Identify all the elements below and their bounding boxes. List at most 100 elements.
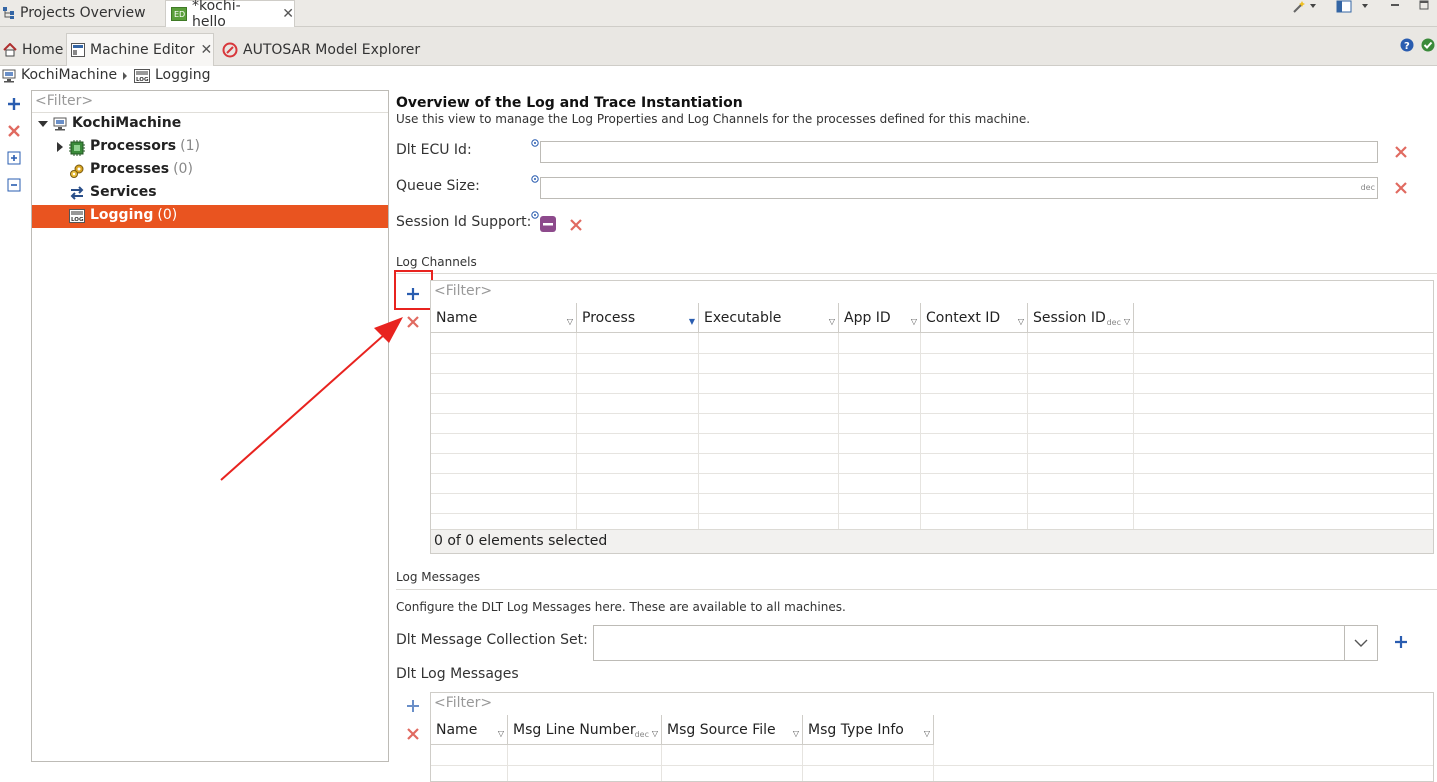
tab-projects-overview[interactable]: Projects Overview xyxy=(0,0,158,26)
tab-autosar-model-explorer[interactable]: AUTOSAR Model Explorer xyxy=(218,33,428,66)
tab-home[interactable]: Home xyxy=(0,33,64,66)
filter-placeholder: <Filter> xyxy=(35,93,94,109)
tree-item-label: Services xyxy=(90,184,157,200)
filter-icon[interactable]: ▽ xyxy=(829,317,835,326)
column-header-msg-line-number[interactable]: Msg Line Number dec ▽ xyxy=(508,715,662,745)
exchange-arrows-icon xyxy=(69,186,85,200)
clear-icon[interactable] xyxy=(1394,181,1408,195)
view-tab-bar: Home Machine Editor ✕ AUTOSAR Model Expl… xyxy=(0,27,1437,66)
tab-kochi-hello[interactable]: ED *kochi-hello ✕ xyxy=(165,0,295,30)
project-tree-icon xyxy=(2,6,16,20)
close-icon[interactable]: ✕ xyxy=(201,42,213,58)
add-collection-icon[interactable] xyxy=(1394,635,1408,649)
column-label: Name xyxy=(436,721,478,738)
column-header-msg-source-file[interactable]: Msg Source File ▽ xyxy=(662,715,803,745)
queue-size-label: Queue Size: xyxy=(396,178,480,194)
column-header-msg-type-info[interactable]: Msg Type Info ▽ xyxy=(803,715,934,745)
filter-icon[interactable]: ▽ xyxy=(924,729,930,738)
chevron-down-icon[interactable] xyxy=(1344,626,1377,660)
processor-chip-icon xyxy=(69,140,85,156)
validate-check-icon[interactable] xyxy=(1421,38,1435,52)
column-header-name[interactable]: Name ▽ xyxy=(431,715,508,745)
filter-placeholder: <Filter> xyxy=(434,695,493,711)
divider xyxy=(396,589,1437,590)
filter-icon[interactable]: ▽ xyxy=(652,729,658,738)
editor-tab-bar: Projects Overview ED *kochi-hello ✕ xyxy=(0,0,1437,30)
tree-filter-input[interactable]: <Filter> xyxy=(32,91,388,113)
close-icon[interactable]: ✕ xyxy=(282,6,294,22)
tree-item-count: (1) xyxy=(180,138,200,154)
machine-icon xyxy=(53,117,67,131)
maximize-icon[interactable] xyxy=(1418,0,1430,12)
chevron-down-icon[interactable] xyxy=(38,121,48,129)
expand-all-icon[interactable] xyxy=(7,151,21,165)
filter-icon[interactable]: ▽ xyxy=(1124,317,1130,326)
collection-set-label: Dlt Message Collection Set: xyxy=(396,632,588,648)
tristate-checkbox[interactable] xyxy=(540,216,556,232)
column-header-session-id[interactable]: Session ID dec ▽ xyxy=(1028,303,1134,333)
tree-item-processors[interactable]: Processors (1) xyxy=(32,136,388,159)
filter-icon[interactable]: ▽ xyxy=(1018,317,1024,326)
column-header-process[interactable]: Process ▼ xyxy=(577,303,699,333)
tab-label: Machine Editor xyxy=(90,42,195,58)
tab-machine-editor[interactable]: Machine Editor ✕ xyxy=(66,33,214,66)
annotation-arrow xyxy=(220,317,403,481)
column-header-name[interactable]: Name ▽ xyxy=(431,303,577,333)
column-label: App ID xyxy=(844,309,891,326)
filter-active-icon[interactable]: ▼ xyxy=(689,317,695,326)
page-subtitle: Use this view to manage the Log Properti… xyxy=(396,112,1031,126)
queue-size-input[interactable]: dec xyxy=(540,177,1378,199)
magic-wand-icon[interactable] xyxy=(1292,0,1318,14)
log-icon: LOG xyxy=(134,69,150,83)
tree-item-services[interactable]: Services xyxy=(32,182,388,205)
selection-status: 0 of 0 elements selected xyxy=(434,533,608,549)
column-header-context-id[interactable]: Context ID ▽ xyxy=(921,303,1028,333)
tree-item-label: Processors xyxy=(90,138,177,154)
svg-text:ED: ED xyxy=(174,10,185,19)
filter-placeholder: <Filter> xyxy=(434,283,493,299)
tab-label: Projects Overview xyxy=(20,5,146,21)
unit-label: dec xyxy=(1106,318,1121,327)
tree-item-kochimachine[interactable]: KochiMachine xyxy=(32,113,388,136)
help-icon[interactable]: ? xyxy=(1400,38,1414,52)
unit-label: dec xyxy=(634,730,649,739)
page-title: Overview of the Log and Trace Instantiat… xyxy=(396,95,743,111)
window-layout-icon[interactable] xyxy=(1336,0,1376,14)
collapse-all-icon[interactable] xyxy=(7,178,21,192)
dlt-log-messages-title: Dlt Log Messages xyxy=(396,666,519,682)
add-icon[interactable] xyxy=(7,97,21,111)
chevron-right-icon[interactable] xyxy=(57,142,64,152)
tree-item-count: (0) xyxy=(157,207,178,223)
column-label: Name xyxy=(436,309,478,326)
tree-item-processes[interactable]: Processes (0) xyxy=(32,159,388,182)
table-filter-input[interactable]: <Filter> xyxy=(431,281,1433,303)
delete-icon[interactable] xyxy=(7,124,21,138)
clear-icon[interactable] xyxy=(1394,145,1408,159)
info-icon xyxy=(531,211,539,219)
column-header-app-id[interactable]: App ID ▽ xyxy=(839,303,921,333)
filter-icon[interactable]: ▽ xyxy=(911,317,917,326)
column-label: Msg Line Number xyxy=(513,721,636,738)
dlt-ecu-id-input[interactable] xyxy=(540,141,1378,163)
tab-label: Home xyxy=(22,41,64,58)
svg-text:?: ? xyxy=(1404,41,1410,52)
filter-icon[interactable]: ▽ xyxy=(567,317,573,326)
filter-icon[interactable]: ▽ xyxy=(498,729,504,738)
breadcrumb-current[interactable]: Logging xyxy=(155,67,211,83)
tree-item-logging[interactable]: LOG Logging (0) xyxy=(32,205,388,228)
minimize-icon[interactable] xyxy=(1389,0,1401,12)
filter-icon[interactable]: ▽ xyxy=(793,729,799,738)
clear-icon[interactable] xyxy=(569,218,583,232)
column-label: Process xyxy=(582,309,636,326)
svg-text:LOG: LOG xyxy=(71,217,84,223)
column-header-executable[interactable]: Executable ▽ xyxy=(699,303,839,333)
dlt-ecu-id-label: Dlt ECU Id: xyxy=(396,142,472,158)
info-icon xyxy=(531,175,539,183)
unit-label: dec xyxy=(1360,183,1375,192)
delete-message-icon[interactable] xyxy=(406,727,420,741)
table-filter-input[interactable]: <Filter> xyxy=(431,693,1433,715)
add-message-icon[interactable] xyxy=(406,699,420,713)
collection-set-select[interactable] xyxy=(593,625,1378,661)
column-label: Context ID xyxy=(926,309,1001,326)
breadcrumb-root[interactable]: KochiMachine xyxy=(21,67,117,83)
